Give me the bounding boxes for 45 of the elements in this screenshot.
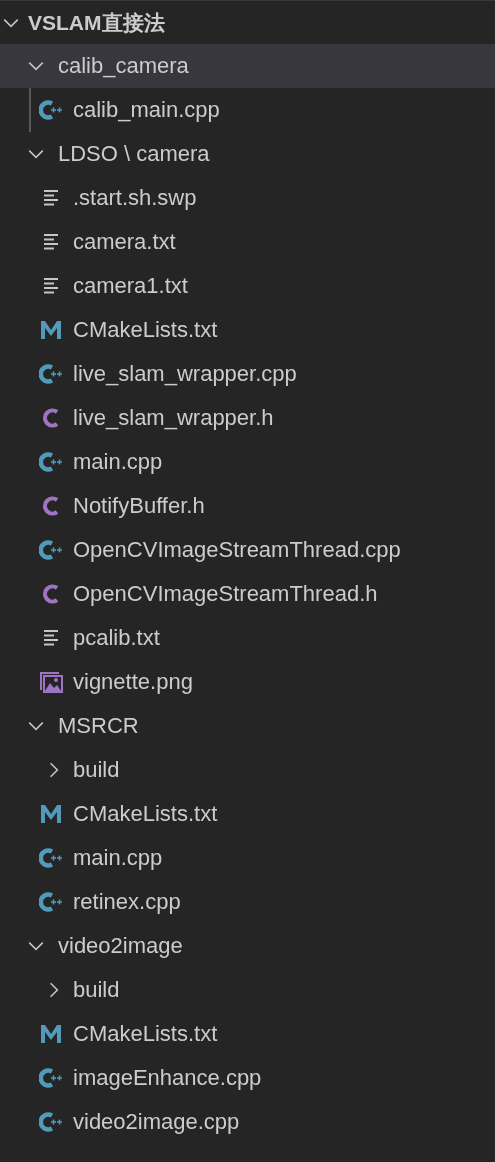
file-item[interactable]: OpenCVImageStreamThread.cpp xyxy=(0,528,495,572)
folder-item[interactable]: LDSO \ camera xyxy=(0,132,495,176)
file-item[interactable]: camera1.txt xyxy=(0,264,495,308)
root-folder-item[interactable]: VSLAM直接法 xyxy=(0,1,495,44)
c-icon xyxy=(42,495,60,517)
c-icon xyxy=(42,583,60,605)
image-icon xyxy=(39,671,63,693)
file-item[interactable]: OpenCVImageStreamThread.h xyxy=(0,572,495,616)
c-plus-plus-icon xyxy=(39,451,63,473)
m-icon xyxy=(39,803,63,825)
file-item[interactable]: main.cpp xyxy=(0,440,495,484)
folder-item[interactable]: calib_camera xyxy=(0,44,495,88)
file-item[interactable]: live_slam_wrapper.h xyxy=(0,396,495,440)
c-icon xyxy=(42,407,60,429)
c-plus-plus-icon xyxy=(39,363,63,385)
c-plus-plus-icon xyxy=(39,539,63,561)
folder-item[interactable]: build xyxy=(0,748,495,792)
file-item[interactable]: main.cpp xyxy=(0,836,495,880)
file-item[interactable]: calib_main.cpp xyxy=(0,88,495,132)
lines-icon xyxy=(43,233,59,251)
file-item[interactable]: CMakeLists.txt xyxy=(0,792,495,836)
file-item[interactable]: .start.sh.swp xyxy=(0,176,495,220)
folder-item[interactable]: build xyxy=(0,968,495,1012)
file-item[interactable]: CMakeLists.txt xyxy=(0,308,495,352)
m-icon xyxy=(39,319,63,341)
folder-item[interactable]: video2image xyxy=(0,924,495,968)
c-plus-plus-icon xyxy=(39,1067,63,1089)
c-plus-plus-icon xyxy=(39,1111,63,1133)
file-item[interactable]: pcalib.txt xyxy=(0,616,495,660)
file-item[interactable]: CMakeLists.txt xyxy=(0,1012,495,1056)
c-plus-plus-icon xyxy=(39,891,63,913)
lines-icon xyxy=(43,189,59,207)
file-item[interactable]: camera.txt xyxy=(0,220,495,264)
c-plus-plus-icon xyxy=(39,847,63,869)
c-plus-plus-icon xyxy=(39,99,63,121)
file-item[interactable]: video2image.cpp xyxy=(0,1100,495,1144)
m-icon xyxy=(39,1023,63,1045)
file-item[interactable]: retinex.cpp xyxy=(0,880,495,924)
file-item[interactable]: vignette.png xyxy=(0,660,495,704)
lines-icon xyxy=(43,277,59,295)
file-item[interactable]: imageEnhance.cpp xyxy=(0,1056,495,1100)
folder-item[interactable]: MSRCR xyxy=(0,704,495,748)
lines-icon xyxy=(43,629,59,647)
file-item[interactable]: NotifyBuffer.h xyxy=(0,484,495,528)
file-item[interactable]: live_slam_wrapper.cpp xyxy=(0,352,495,396)
